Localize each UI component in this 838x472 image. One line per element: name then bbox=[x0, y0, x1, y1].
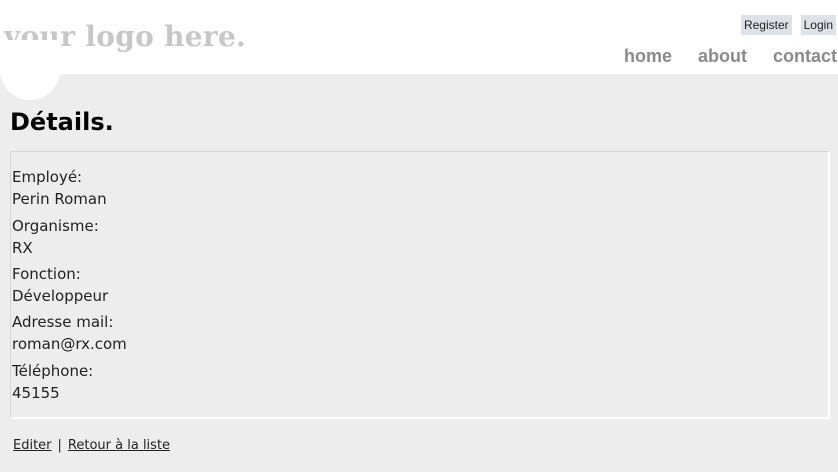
phone-label: Téléphone: bbox=[12, 362, 94, 380]
login-button[interactable]: Login bbox=[800, 15, 836, 35]
email-label: Adresse mail: bbox=[12, 313, 114, 331]
function-value: Développeur bbox=[12, 287, 109, 305]
employee-value: Perin Roman bbox=[12, 190, 107, 208]
nav-about[interactable]: about bbox=[698, 46, 747, 67]
phone-field: Téléphone: 45155 bbox=[12, 360, 93, 404]
phone-value: 45155 bbox=[12, 384, 60, 402]
page-title: Détails. bbox=[10, 108, 114, 136]
email-field: Adresse mail: roman@rx.com bbox=[12, 311, 127, 355]
details-fieldset: Employé: Perin Roman Organisme: RX Fonct… bbox=[10, 151, 830, 419]
main-nav: home about contact bbox=[624, 46, 837, 67]
function-label: Fonction: bbox=[12, 265, 81, 283]
nav-contact[interactable]: contact bbox=[773, 46, 837, 67]
nav-home[interactable]: home bbox=[624, 46, 672, 67]
site-header: your logo here. Register Login home abou… bbox=[0, 0, 838, 74]
employee-label: Employé: bbox=[12, 168, 83, 186]
organisation-value: RX bbox=[12, 239, 33, 257]
organisation-label: Organisme: bbox=[12, 217, 99, 235]
action-links: Editer | Retour à la liste bbox=[13, 438, 170, 453]
logo-decoration bbox=[0, 40, 60, 100]
employee-field: Employé: Perin Roman bbox=[12, 166, 107, 210]
back-to-list-link[interactable]: Retour à la liste bbox=[68, 438, 170, 453]
auth-links: Register Login bbox=[740, 15, 836, 35]
function-field: Fonction: Développeur bbox=[12, 263, 108, 307]
link-separator: | bbox=[57, 438, 62, 453]
organisation-field: Organisme: RX bbox=[12, 215, 99, 259]
register-button[interactable]: Register bbox=[740, 15, 792, 35]
email-value: roman@rx.com bbox=[12, 335, 127, 353]
edit-link[interactable]: Editer bbox=[13, 438, 52, 453]
